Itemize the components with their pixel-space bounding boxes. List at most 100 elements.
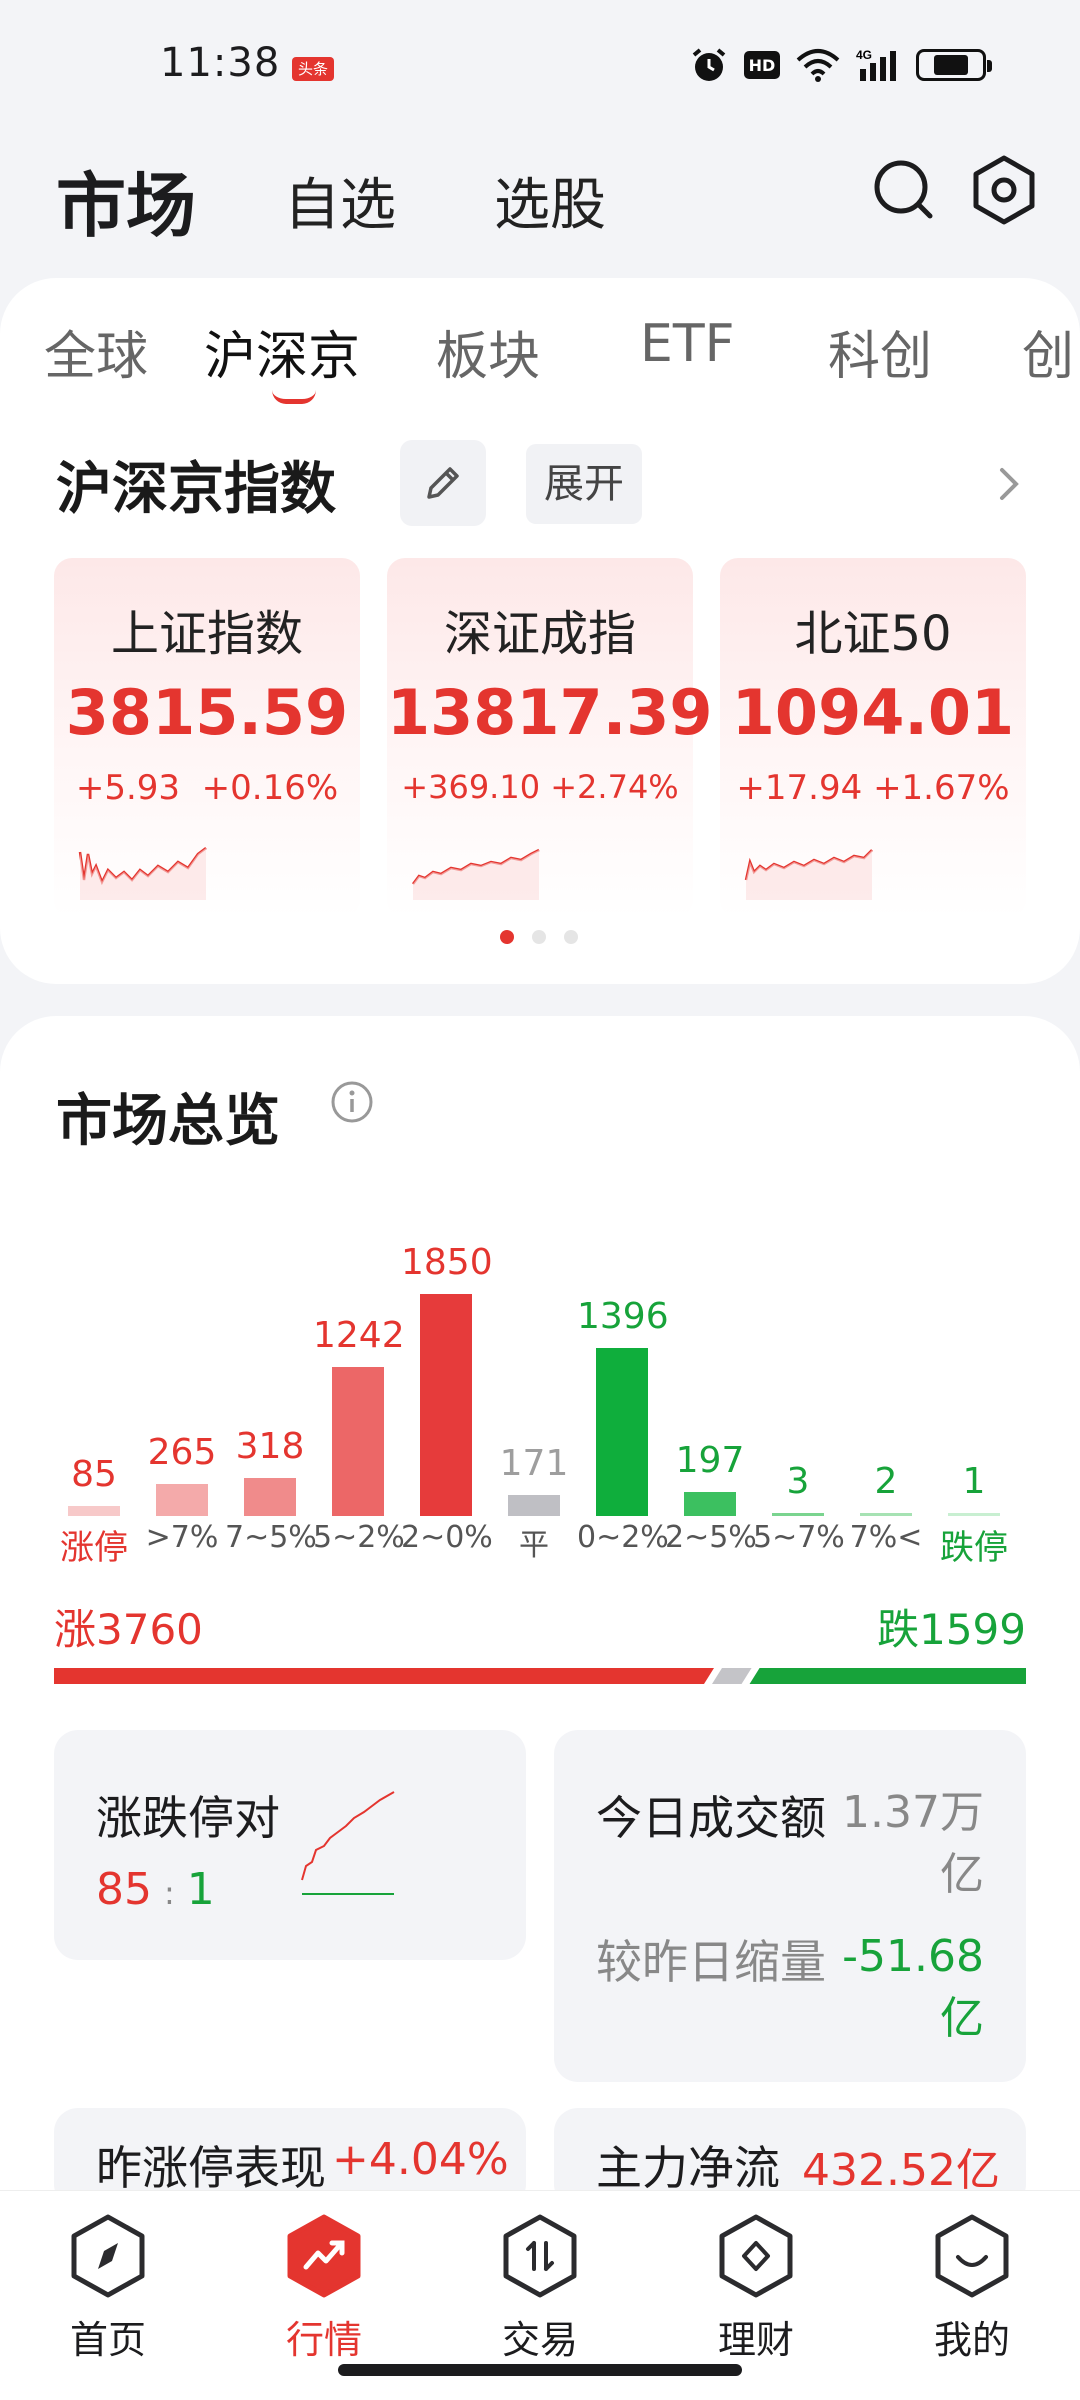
index-name: 北证50 — [794, 606, 952, 662]
index-card-szse[interactable]: 深证成指 13817.39 +369.10 +2.74% — [387, 558, 713, 918]
nav-label: 理财 — [717, 2318, 794, 2362]
main-flow-value: 432.52亿 — [802, 2145, 1000, 2196]
fall-count-label: 跌1599 — [877, 1605, 1026, 1654]
nav-profile[interactable]: 我的 — [864, 2191, 1080, 2400]
gear-icon — [973, 155, 1035, 225]
bar-value-label: 85 — [71, 1453, 117, 1495]
rise-fall-ratio-bar — [54, 1668, 1026, 1684]
index-name: 上证指数 — [110, 606, 303, 662]
wifi-icon — [796, 48, 840, 82]
search-icon — [874, 160, 933, 219]
pencil-icon — [427, 467, 459, 499]
turnover-label: 今日成交额 — [596, 1791, 826, 1845]
index-change: +17.94 +1.67% — [736, 768, 1010, 808]
trade-icon — [503, 2214, 577, 2298]
fall-segment — [749, 1668, 1026, 1684]
tab-shanghai-shenzhen-beijing[interactable]: 沪深京 — [204, 314, 360, 389]
index-value: 13817.39 — [387, 676, 713, 749]
bar-2 — [244, 1477, 296, 1516]
index-name: 深证成指 — [443, 606, 636, 662]
turnover-compare-value: -51.68亿 — [842, 1931, 984, 2044]
tab-sectors[interactable]: 板块 — [436, 314, 540, 389]
bar-category-label: 0~2% — [577, 1520, 669, 1555]
indices-card: 全球 沪深京 板块 ETF 科创 创 沪深京指数 展开 上证指数 3815.59… — [0, 278, 1080, 984]
flat-segment — [712, 1668, 752, 1684]
nav-home[interactable]: 首页 — [0, 2191, 216, 2400]
bar-value-label: 197 — [675, 1440, 745, 1482]
bar-5 — [508, 1495, 560, 1516]
wealth-icon — [719, 2214, 793, 2298]
network-type-label: 4G — [856, 48, 872, 62]
overview-title: 市场总览 — [56, 1089, 280, 1154]
prev-limit-up-value: +4.04% — [332, 2134, 509, 2185]
limit-pair-values: 85:1 — [96, 1864, 215, 1915]
tab-etf[interactable]: ETF — [640, 314, 735, 374]
bar-category-label: 跌停 — [940, 1528, 1008, 1568]
prev-limit-up-label: 昨涨停表现 — [96, 2141, 326, 2195]
nav-label: 首页 — [69, 2318, 146, 2362]
status-time: 11:38 — [160, 40, 281, 86]
limit-pair-title: 涨跌停对 — [96, 1791, 280, 1845]
bar-4 — [420, 1294, 472, 1516]
status-bar: 11:38 头条 HD 4G — [0, 0, 1080, 120]
cellular-signal-icon: 4G — [856, 47, 900, 83]
carousel-dots — [500, 930, 578, 944]
settings-button[interactable] — [964, 150, 1044, 230]
hd-icon: HD — [744, 51, 780, 79]
home-indicator — [338, 2364, 742, 2376]
bar-value-label: 265 — [147, 1432, 217, 1474]
info-icon[interactable] — [330, 1080, 374, 1124]
rise-count-label: 涨3760 — [54, 1605, 203, 1654]
bar-value-label: 3 — [786, 1461, 810, 1502]
bar-category-label: 2~5% — [665, 1520, 757, 1555]
index-change: +369.10 +2.74% — [401, 768, 679, 806]
carousel-dot — [500, 930, 514, 944]
bar-1 — [156, 1484, 208, 1516]
bar-category-label: 7%< — [849, 1520, 923, 1555]
bar-value-label: 1 — [962, 1461, 986, 1502]
tab-market[interactable]: 市场 — [56, 150, 196, 251]
index-value: 1094.01 — [731, 676, 1015, 749]
bar-0 — [68, 1505, 120, 1516]
bar-value-label: 171 — [499, 1443, 569, 1485]
tab-star-market[interactable]: 科创 — [828, 314, 932, 389]
tab-chinext[interactable]: 创 — [1022, 314, 1074, 389]
bar-9 — [860, 1513, 912, 1516]
top-header: 市场 自选 选股 — [0, 120, 1080, 270]
limit-pair-card[interactable]: 涨跌停对 85:1 — [54, 1730, 526, 1960]
index-value: 3815.59 — [65, 676, 349, 749]
bar-category-label: 5~2% — [313, 1520, 405, 1555]
rise-segment — [54, 1668, 715, 1684]
tab-screener[interactable]: 选股 — [494, 160, 606, 241]
index-change: +5.93 +0.16% — [75, 768, 339, 808]
tab-watchlist[interactable]: 自选 — [284, 160, 396, 241]
turnover-card[interactable]: 今日成交额 1.37万亿 较昨日缩量 -51.68亿 — [554, 1730, 1026, 2082]
search-button[interactable] — [864, 150, 944, 230]
bar-value-label: 318 — [235, 1425, 305, 1467]
news-badge: 头条 — [292, 57, 334, 81]
bar-6 — [596, 1348, 648, 1516]
nav-label: 我的 — [933, 2318, 1010, 2362]
expand-button[interactable]: 展开 — [526, 444, 642, 524]
index-card-bse50[interactable]: 北证50 1094.01 +17.94 +1.67% — [720, 558, 1026, 918]
index-sparkline — [744, 849, 873, 900]
alarm-icon — [690, 46, 728, 84]
bar-category-label: 涨停 — [60, 1528, 128, 1568]
profile-icon — [935, 2214, 1009, 2298]
bar-category-label: 2~0% — [401, 1520, 493, 1555]
limit-pair-sparkline — [301, 1791, 395, 1895]
edit-button[interactable] — [400, 440, 486, 526]
index-sparkline — [412, 848, 540, 900]
indices-title: 沪深京指数 — [56, 457, 336, 522]
bar-7 — [684, 1492, 736, 1516]
turnover-compare-label: 较昨日缩量 — [596, 1935, 826, 1989]
tab-global[interactable]: 全球 — [44, 314, 148, 389]
bar-value-label: 2 — [874, 1461, 898, 1502]
market-tabs: 全球 沪深京 板块 ETF 科创 创 — [0, 278, 1080, 408]
index-card-sse[interactable]: 上证指数 3815.59 +5.93 +0.16% — [54, 558, 360, 918]
chevron-right-icon[interactable] — [994, 462, 1024, 506]
nav-label: 交易 — [501, 2318, 578, 2362]
battery-icon — [916, 49, 992, 81]
carousel-dot — [532, 930, 546, 944]
bar-category-label: >7% — [145, 1520, 219, 1555]
